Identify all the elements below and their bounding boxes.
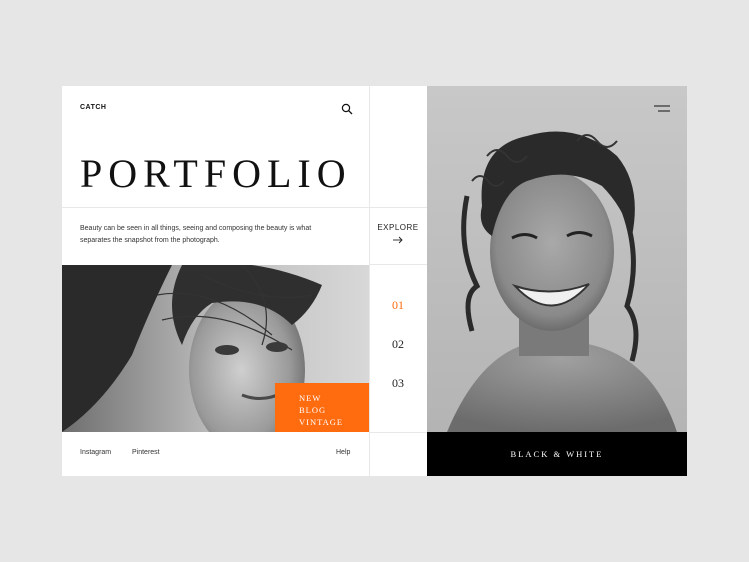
- arrow-right-icon: [393, 236, 403, 244]
- pagination: 01 02 03: [369, 286, 427, 403]
- page-01[interactable]: 01: [369, 286, 427, 325]
- explore-label: EXPLORE: [377, 223, 419, 232]
- pinterest-link[interactable]: Pinterest: [132, 449, 160, 456]
- page-02[interactable]: 02: [369, 325, 427, 364]
- portrait-photo-smiling: [427, 86, 687, 432]
- black-and-white-banner[interactable]: BLACK & WHITE: [427, 432, 687, 476]
- instagram-link[interactable]: Instagram: [80, 449, 111, 456]
- row-divider: [369, 264, 427, 265]
- portfolio-card: CATCH PORTFOLIO Beauty can be seen in al…: [62, 86, 687, 476]
- tag-line-1: NEW: [299, 393, 322, 403]
- description-text: Beauty can be seen in all things, seeing…: [80, 225, 312, 244]
- column-divider: [369, 86, 370, 476]
- help-link[interactable]: Help: [336, 449, 350, 456]
- explore-button[interactable]: EXPLORE: [369, 207, 427, 264]
- new-blog-vintage-tag[interactable]: NEW BLOG VINTAGE: [275, 383, 369, 432]
- tag-line-3: VINTAGE: [299, 417, 344, 427]
- brand-logo[interactable]: CATCH: [80, 104, 106, 111]
- page-03[interactable]: 03: [369, 364, 427, 403]
- row-divider: [369, 432, 427, 433]
- tag-line-2: BLOG: [299, 405, 327, 415]
- search-icon[interactable]: [341, 103, 353, 115]
- hamburger-menu-icon[interactable]: [654, 104, 670, 114]
- page-title: PORTFOLIO: [80, 151, 352, 196]
